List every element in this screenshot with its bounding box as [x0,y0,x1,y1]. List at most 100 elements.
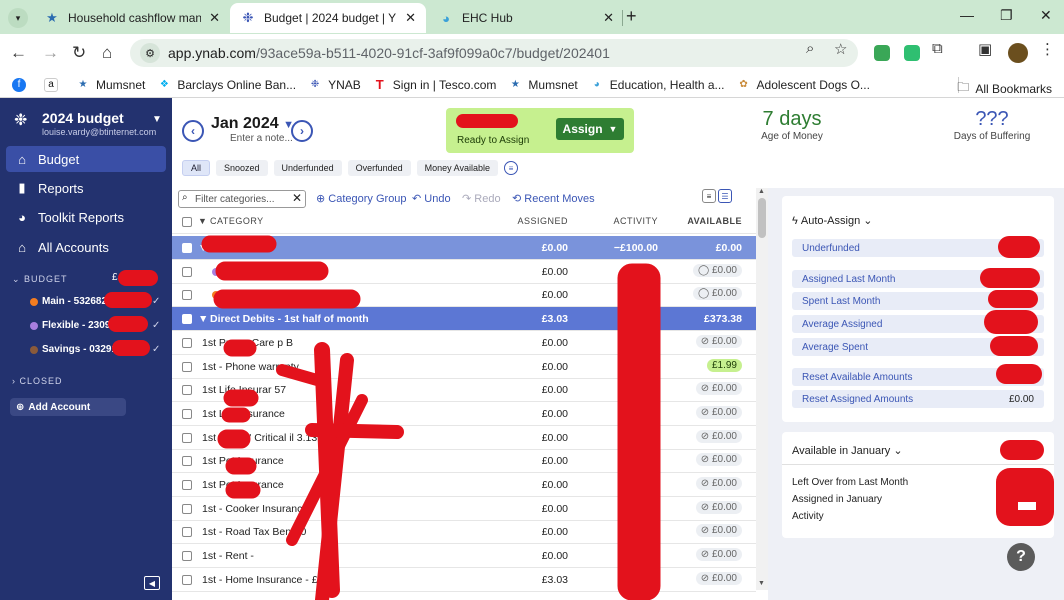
compact-view-icon[interactable]: ≡ [702,189,716,203]
row-checkbox[interactable] [182,480,192,490]
available-value[interactable]: £373.38 [668,313,742,325]
available-value[interactable]: ⊘ £0.00 [668,571,742,585]
tab-ehc-hub[interactable]: ◕ EHC Hub ✕ [428,3,624,33]
clear-icon[interactable]: ✕ [292,191,302,205]
bookmark-amazon[interactable]: a [44,77,64,92]
bookmark-mumsnet-2[interactable]: ★ Mumsnet [508,78,578,92]
category-row[interactable]: 1st - Road Tax Ben - 0 £0.00 0 ⊘ £0.00 [172,520,756,545]
available-value[interactable]: ⊘ £0.00 [668,524,742,538]
activity-value[interactable]: −£ 9 [594,550,658,562]
previous-month-icon[interactable]: ‹ [182,120,204,142]
close-icon[interactable]: ✕ [603,10,614,26]
available-value[interactable]: £0.00 [668,242,742,254]
available-value[interactable]: ⊘ £0.00 [668,334,742,348]
bookmark-tesco[interactable]: T Sign in | Tesco.com [373,77,497,92]
closed-section-toggle[interactable]: › CLOSED [12,376,63,386]
activity-value[interactable]: 2 [594,479,658,491]
category-name[interactable]: 1st Pet Insurance [202,479,284,491]
add-account-button[interactable]: ⊕ Add Account [10,398,126,416]
menu-kebab-icon[interactable]: ⋮ [1040,40,1055,58]
restore-icon[interactable]: ❐ [1000,7,1013,24]
filter-underfunded[interactable]: Underfunded [273,160,342,176]
address-bar[interactable]: ⚙ app.ynab.com/93ace59a-b511-4020-91cf-3… [130,39,858,67]
extension-icon[interactable] [874,45,890,61]
category-row[interactable]: 1st - Phone warranty £0.00 £1.99 [172,355,756,379]
side-panel-icon[interactable]: ▣ [978,40,992,58]
category-row[interactable]: 1st Life Insurance £0.00 ⊘ £0.00 [172,402,756,426]
assigned-value[interactable]: £3.03 [502,313,568,325]
new-tab-button[interactable]: + [626,6,637,27]
bookmark-ynab[interactable]: ❉ YNAB [308,78,361,92]
category-name[interactable]: 1st Life Insurance [202,408,285,420]
available-value[interactable]: ⊘ £0.00 [668,477,742,490]
row-checkbox[interactable] [182,408,192,419]
assigned-value[interactable]: £0.00 [502,479,568,491]
available-pill[interactable]: ◯ £0.00 [692,287,742,301]
category-row[interactable]: £0.00 ◯ £0.00 [172,260,756,284]
activity-value[interactable]: 3 [594,432,658,444]
category-row[interactable]: £0.00 ◯ £0.00 [172,283,756,308]
activity-value[interactable]: −£100.00 [594,242,658,254]
bookmark-facebook[interactable]: f [12,77,32,92]
tab-ynab-budget[interactable]: ❉ Budget | 2024 budget | YNAB ✕ [230,3,426,33]
activity-value[interactable]: 0 [594,526,658,538]
extension-icon[interactable] [904,45,920,61]
available-pill[interactable]: ⊘ £0.00 [695,477,742,490]
sidebar-item-all-accounts[interactable]: ⌂ All Accounts [6,234,166,260]
zoom-icon[interactable]: ⌕ [806,40,814,57]
available-pill[interactable]: ⊘ £0.00 [695,500,742,514]
back-icon[interactable]: ← [10,43,27,63]
bookmark-mumsnet[interactable]: ★ Mumsnet [76,78,146,92]
assigned-value[interactable]: £0.00 [502,408,568,420]
auto-assign-toggle[interactable]: ϟ Auto-Assign ⌄ [792,214,872,227]
select-all-checkbox[interactable] [182,217,192,227]
close-icon[interactable]: ✕ [405,10,416,26]
available-value[interactable]: £1.99 [668,358,742,372]
assigned-value[interactable]: £0.00 [502,266,568,278]
category-name[interactable]: 1st Pet Insurance [202,455,284,467]
sidebar-item-budget[interactable]: ⌂ Budget [6,146,166,172]
category-row[interactable]: 1st - Home Insurance - £17 £3.03 8 ⊘ £0.00 [172,568,756,592]
close-icon[interactable]: ✕ [209,10,220,26]
assigned-value[interactable]: £0.00 [502,289,568,301]
category-name[interactable]: 1st - Road Tax Ben - 0 [202,526,306,538]
available-pill[interactable]: ⊘ £0.00 [695,524,742,538]
available-pill[interactable]: ⊘ £0.00 [695,571,742,585]
chevron-down-icon[interactable]: ▼ [198,313,208,325]
auto-assign-reset-assigned[interactable]: Reset Assigned Amounts £0.00 [792,390,1044,408]
activity-value[interactable]: 8 [594,574,658,586]
sidebar-item-reports[interactable]: ▮ Reports [6,175,166,201]
chevron-down-icon[interactable]: ▼ [198,242,208,254]
assigned-value[interactable]: £0.00 [502,337,568,349]
assigned-value[interactable]: £0.00 [502,455,568,467]
assign-button[interactable]: Assign ▼ [556,118,624,140]
scroll-down-icon[interactable]: ▼ [758,580,765,587]
available-pill[interactable]: ⊘ £0.00 [695,334,742,348]
table-scrollbar[interactable]: ▲ ▼ [756,188,768,590]
filter-overfunded[interactable]: Overfunded [347,160,411,176]
help-button[interactable]: ? [1007,543,1035,571]
available-value[interactable]: ◯ £0.00 [668,287,742,301]
category-name[interactable]: 1st - Phone warranty [202,361,299,373]
row-checkbox[interactable] [182,243,192,253]
row-checkbox[interactable] [182,503,192,514]
category-row[interactable]: 1st - Cooker Insurance £0.00 2 ⊘ £0.00 [172,497,756,521]
category-name[interactable]: 1st - Rent - [202,550,254,562]
filter-money-available[interactable]: Money Available [416,160,499,176]
chevron-down-icon[interactable]: ▼ [152,114,162,125]
category-row[interactable]: 1st Pet Insurance £0.00 3 ⊘ £0.00 [172,449,756,474]
row-checkbox[interactable] [182,361,192,372]
collapse-sidebar-icon[interactable]: ◀ [144,576,160,590]
assigned-value[interactable]: £3.03 [502,574,568,586]
category-name[interactable]: Direct Debits - 1st half of month [210,313,369,325]
filter-all[interactable]: All [182,160,211,176]
category-row[interactable]: 1st Puppy Care p B £0.00 ⊘ £0.00 [172,331,756,355]
bookmark-education-health[interactable]: ◕ Education, Health a... [590,78,725,92]
recent-moves-button[interactable]: ⟲ Recent Moves [512,192,595,205]
extensions-puzzle-icon[interactable]: ⧉ [932,40,943,57]
available-toggle[interactable]: Available in January ⌄ [792,444,903,457]
row-checkbox[interactable] [182,574,192,585]
category-group-row[interactable]: ▼ £0.00 −£100.00 £0.00 [172,236,756,260]
row-checkbox[interactable] [182,266,192,277]
bookmark-barclays[interactable]: ❖ Barclays Online Ban... [157,78,296,92]
